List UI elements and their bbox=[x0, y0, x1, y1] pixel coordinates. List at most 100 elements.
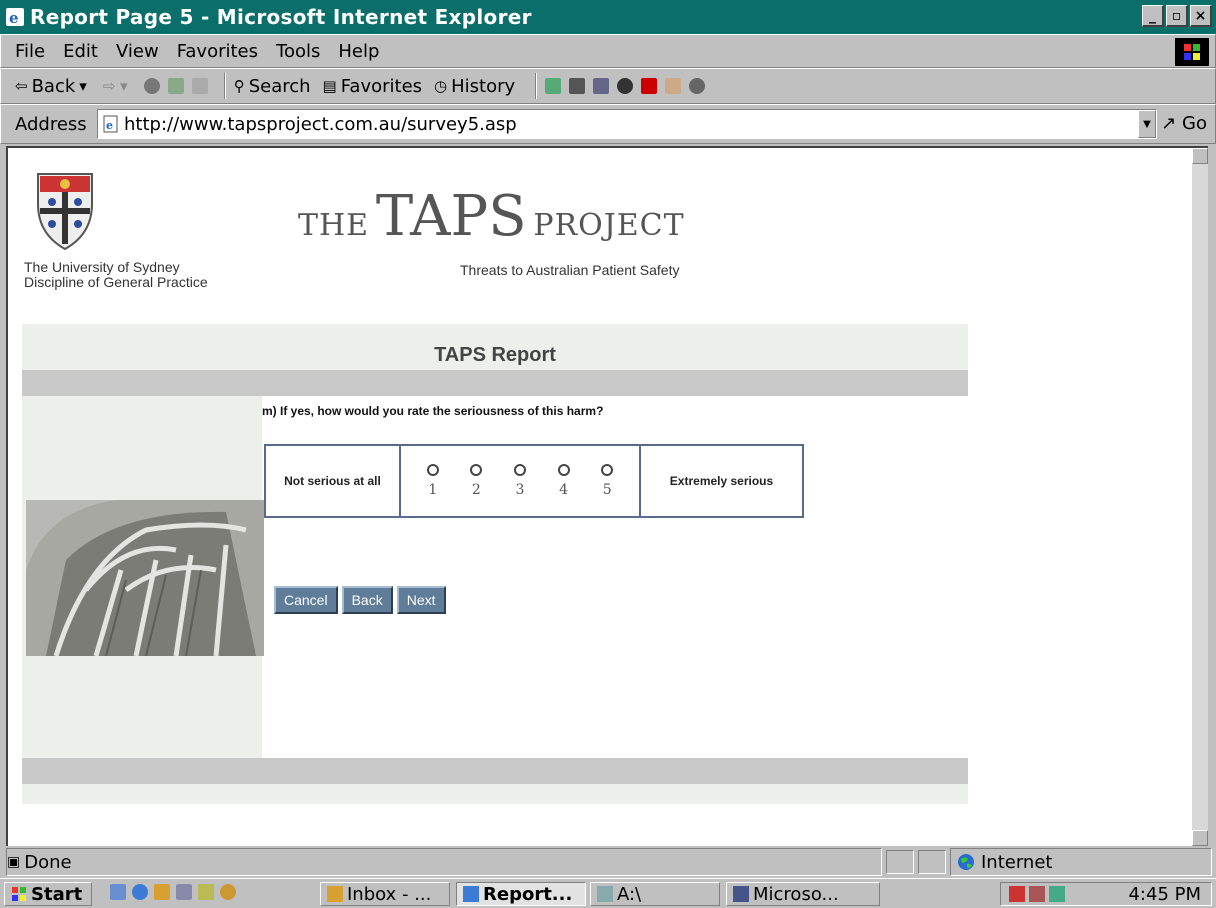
ie-icon[interactable] bbox=[132, 884, 148, 900]
drive-icon bbox=[597, 886, 613, 902]
desktop-icon[interactable] bbox=[110, 884, 126, 900]
rating-option-4[interactable]: 4 bbox=[557, 464, 570, 498]
rating-option-2[interactable]: 2 bbox=[470, 464, 483, 498]
globe-icon bbox=[958, 854, 974, 870]
menu-view[interactable]: View bbox=[116, 41, 159, 62]
toolbar: ⇦ Back ▾ ⇨ ▾ ⚲ Search ▤ Favorites ◷ Hist… bbox=[0, 68, 1216, 104]
vertical-scrollbar[interactable] bbox=[1192, 148, 1208, 846]
quick-launch bbox=[110, 884, 236, 900]
history-button[interactable]: ◷ History bbox=[434, 76, 515, 97]
stop-icon[interactable] bbox=[143, 78, 160, 94]
minimize-button[interactable]: _ bbox=[1142, 5, 1164, 27]
system-tray: 4:45 PM bbox=[1000, 882, 1212, 906]
gothic-window-image bbox=[26, 500, 264, 656]
go-button[interactable]: ↗ Go bbox=[1161, 113, 1207, 134]
refresh-icon[interactable] bbox=[167, 78, 184, 94]
forward-arrow-icon: ⇨ ▾ bbox=[102, 77, 128, 95]
rating-option-1[interactable]: 1 bbox=[426, 464, 439, 498]
favorites-icon: ▤ bbox=[322, 77, 337, 95]
option-number: 3 bbox=[515, 482, 525, 498]
menu-tools[interactable]: Tools bbox=[276, 41, 320, 62]
status-pane-empty bbox=[918, 850, 946, 874]
menu-edit[interactable]: Edit bbox=[63, 41, 98, 62]
back-arrow-icon: ⇦ bbox=[15, 77, 28, 95]
mail-icon[interactable] bbox=[545, 78, 562, 94]
cancel-button[interactable]: Cancel bbox=[274, 586, 338, 614]
yahoo-icon[interactable] bbox=[641, 78, 658, 94]
back-button[interactable]: ⇦ Back ▾ bbox=[15, 76, 91, 97]
start-button[interactable]: Start bbox=[4, 882, 92, 906]
history-label: History bbox=[451, 75, 516, 97]
favorites-button[interactable]: ▤ Favorites bbox=[323, 76, 423, 97]
rating-option-3[interactable]: 3 bbox=[513, 464, 526, 498]
maximize-button[interactable]: ▫ bbox=[1166, 5, 1188, 27]
option-number: 1 bbox=[428, 482, 438, 498]
task-label: A:\ bbox=[617, 883, 642, 905]
scale-options: 1 2 3 4 5 bbox=[401, 446, 641, 516]
scroll-down-icon[interactable] bbox=[1192, 830, 1208, 846]
task-microsoft[interactable]: Microso... bbox=[726, 882, 880, 906]
status-pane: ▣ Done bbox=[6, 848, 882, 876]
radio-button[interactable] bbox=[557, 464, 570, 476]
messenger-icon[interactable] bbox=[665, 78, 682, 94]
media-player-icon[interactable] bbox=[220, 884, 236, 900]
antivirus-icon[interactable] bbox=[1009, 886, 1025, 902]
menu-file[interactable]: File bbox=[15, 41, 45, 62]
toolbar-separator bbox=[223, 73, 226, 99]
go-arrow-icon: ↗ bbox=[1161, 113, 1177, 134]
menu-bar: File Edit View Favorites Tools Help bbox=[0, 34, 1216, 68]
scale-low-label: Not serious at all bbox=[266, 446, 401, 516]
ie-logo-icon: e bbox=[6, 8, 24, 26]
status-pane-empty bbox=[886, 850, 914, 874]
explorer-icon[interactable] bbox=[176, 884, 192, 900]
radio-button[interactable] bbox=[426, 464, 439, 476]
forward-button[interactable]: ⇨ ▾ bbox=[103, 77, 132, 95]
status-bar: ▣ Done Internet bbox=[0, 848, 1216, 876]
start-label: Start bbox=[31, 883, 83, 905]
header-band bbox=[22, 370, 968, 396]
zone-text: Internet bbox=[981, 851, 1053, 873]
report-panel: TAPS Report bbox=[22, 324, 968, 804]
radio-button[interactable] bbox=[601, 464, 614, 476]
next-button[interactable]: Next bbox=[396, 586, 446, 614]
app-icon[interactable] bbox=[198, 884, 214, 900]
print-icon[interactable] bbox=[569, 78, 586, 94]
scroll-up-icon[interactable] bbox=[1192, 148, 1208, 164]
title-bar: e Report Page 5 - Microsoft Internet Exp… bbox=[0, 0, 1216, 34]
go-label: Go bbox=[1182, 113, 1207, 134]
address-input[interactable]: e http://www.tapsproject.com.au/survey5.… bbox=[97, 109, 1157, 139]
window-icon bbox=[733, 886, 749, 902]
search-label: Search bbox=[248, 75, 311, 97]
discuss-icon[interactable] bbox=[617, 78, 634, 94]
edit-icon[interactable] bbox=[593, 78, 610, 94]
search-button[interactable]: ⚲ Search bbox=[234, 76, 311, 97]
network-icon[interactable] bbox=[1049, 886, 1065, 902]
windows-logo-icon bbox=[1175, 38, 1209, 66]
task-report[interactable]: Report... bbox=[456, 882, 586, 906]
back-form-button[interactable]: Back bbox=[341, 586, 393, 614]
university-name: The University of Sydney Discipline of G… bbox=[24, 260, 208, 290]
radio-button[interactable] bbox=[513, 464, 526, 476]
question-text: m) If yes, how would you rate the seriou… bbox=[262, 404, 604, 418]
task-drive-a[interactable]: A:\ bbox=[590, 882, 720, 906]
brand-the: THE bbox=[298, 208, 370, 243]
clock: 4:45 PM bbox=[1128, 883, 1201, 905]
menu-favorites[interactable]: Favorites bbox=[177, 41, 258, 62]
address-dropdown-icon[interactable]: ▼ bbox=[1138, 110, 1156, 138]
windows-logo-icon bbox=[12, 887, 26, 901]
task-label: Microso... bbox=[753, 883, 839, 905]
radio-button[interactable] bbox=[470, 464, 483, 476]
media-icon[interactable] bbox=[689, 78, 706, 94]
outlook-icon[interactable] bbox=[154, 884, 170, 900]
home-icon[interactable] bbox=[191, 78, 208, 94]
tray-app-icon[interactable] bbox=[1029, 886, 1045, 902]
page-icon: ▣ bbox=[7, 854, 21, 870]
close-button[interactable]: × bbox=[1190, 5, 1212, 27]
search-icon: ⚲ bbox=[233, 77, 245, 95]
history-icon: ◷ bbox=[434, 77, 448, 95]
menu-help[interactable]: Help bbox=[338, 41, 379, 62]
chevron-down-icon: ▾ bbox=[79, 77, 87, 95]
task-inbox[interactable]: Inbox - ... bbox=[320, 882, 450, 906]
rating-option-5[interactable]: 5 bbox=[601, 464, 614, 498]
form-buttons: Cancel Back Next bbox=[274, 586, 446, 614]
